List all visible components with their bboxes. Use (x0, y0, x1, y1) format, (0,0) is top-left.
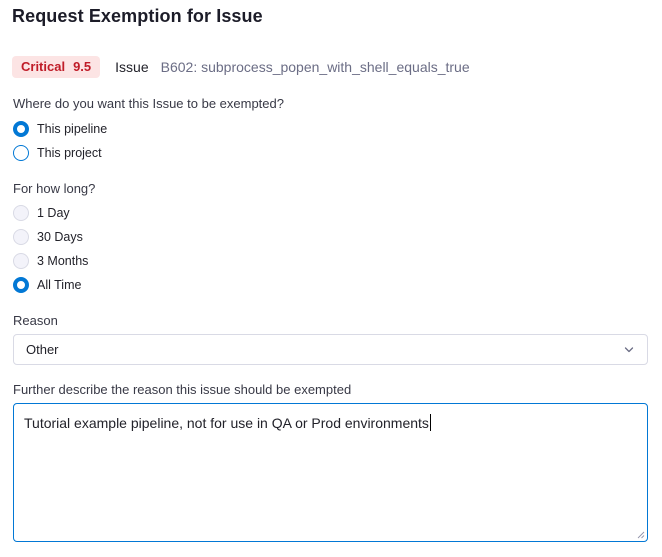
scope-option-this-project[interactable]: This project (13, 145, 102, 161)
resize-handle-icon[interactable] (637, 531, 645, 539)
scope-question: Where do you want this Issue to be exemp… (13, 96, 284, 111)
radio-label: All Time (37, 278, 82, 292)
duration-option-all-time[interactable]: All Time (13, 277, 81, 293)
description-value: Tutorial example pipeline, not for use i… (24, 415, 429, 431)
severity-score: 9.5 (73, 59, 92, 74)
severity-badge: Critical 9.5 (12, 56, 101, 78)
radio-label: This pipeline (37, 122, 108, 136)
reason-label: Reason (13, 313, 58, 328)
text-caret (429, 414, 431, 431)
radio-button[interactable] (13, 253, 29, 269)
reason-select-value: Other (26, 342, 59, 357)
duration-question: For how long? (13, 181, 96, 196)
radio-label: 1 Day (37, 206, 70, 220)
reason-select[interactable]: Other (13, 334, 648, 365)
radio-button[interactable] (13, 145, 29, 161)
issue-label: Issue (115, 59, 149, 75)
duration-option-30-days[interactable]: 30 Days (13, 229, 83, 245)
radio-label: This project (37, 146, 102, 160)
description-text-line: Tutorial example pipeline, not for use i… (24, 414, 431, 431)
radio-label: 30 Days (37, 230, 83, 244)
issue-name: B602: subprocess_popen_with_shell_equals… (160, 59, 470, 75)
chevron-down-icon (624, 347, 634, 353)
duration-option-3-months[interactable]: 3 Months (13, 253, 88, 269)
radio-button-checked[interactable] (13, 121, 29, 137)
dialog-title: Request Exemption for Issue (12, 6, 263, 26)
radio-button-checked[interactable] (13, 277, 29, 293)
radio-button[interactable] (13, 229, 29, 245)
description-textarea[interactable]: Tutorial example pipeline, not for use i… (13, 403, 648, 542)
radio-label: 3 Months (37, 254, 89, 268)
duration-option-1-day[interactable]: 1 Day (13, 205, 70, 221)
severity-label: Critical (21, 59, 66, 74)
radio-button[interactable] (13, 205, 29, 221)
scope-option-this-pipeline[interactable]: This pipeline (13, 121, 107, 137)
issue-summary: Critical 9.5 Issue B602: subprocess_pope… (12, 56, 470, 78)
description-label: Further describe the reason this issue s… (13, 382, 352, 397)
